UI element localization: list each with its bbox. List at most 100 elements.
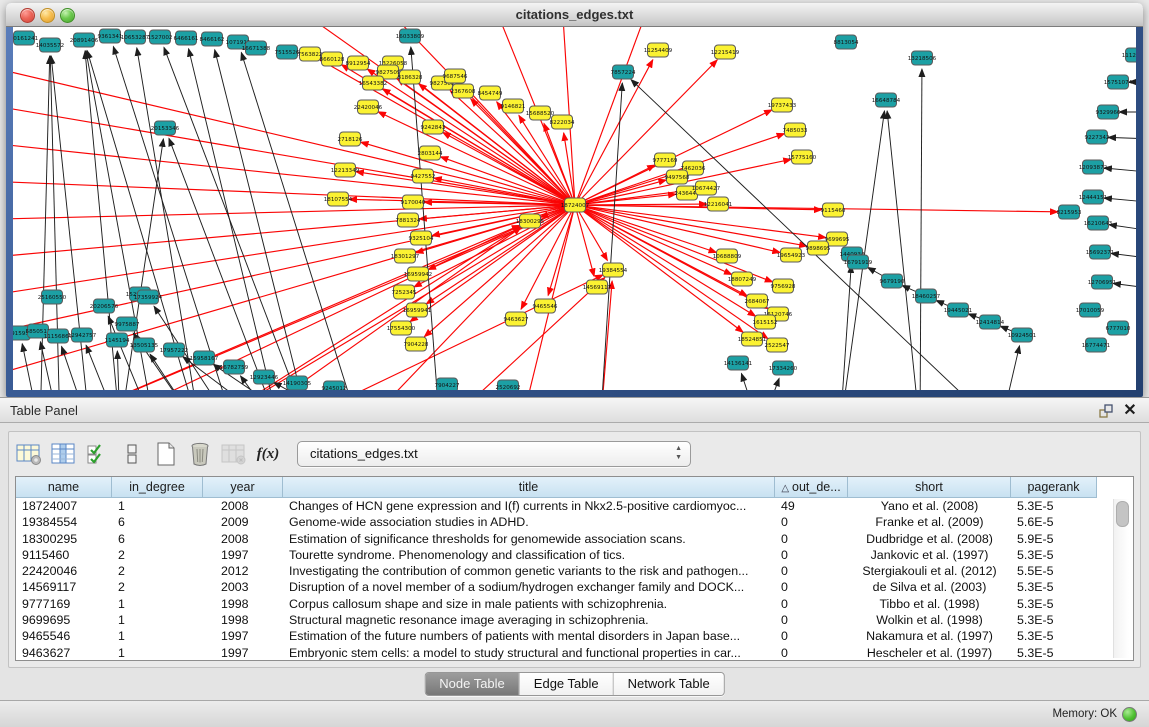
table-cell[interactable]: Jankovic et al. (1997) [848, 547, 1011, 563]
graph-node[interactable]: 16959941 [403, 303, 432, 317]
table-settings-icon[interactable] [15, 440, 45, 468]
graph-node[interactable]: 2522547 [765, 338, 790, 352]
table-cell[interactable]: 1 [112, 612, 203, 628]
graph-node[interactable]: 2718126 [338, 132, 363, 146]
table-cell[interactable]: Dudbridge et al. (2008) [848, 531, 1011, 547]
graph-node[interactable]: 16210643 [1084, 216, 1113, 230]
graph-edge[interactable] [200, 205, 575, 390]
graph-edge[interactable] [1111, 253, 1136, 262]
table-cell[interactable]: Franke et al. (2009) [848, 514, 1011, 530]
graph-node[interactable]: 9329966 [1096, 105, 1121, 119]
graph-node[interactable]: 9975887 [115, 317, 140, 331]
graph-edge[interactable] [164, 47, 310, 390]
graph-edge[interactable] [86, 345, 120, 390]
graph-node[interactable]: 11121504 [1122, 48, 1136, 62]
table-cell[interactable]: 0 [775, 579, 848, 595]
graph-node[interactable]: 10924501 [1008, 328, 1037, 342]
function-icon[interactable]: f(x) [253, 440, 283, 468]
graph-edge[interactable] [280, 275, 603, 390]
table-cell[interactable]: Estimation of significance thresholds fo… [283, 531, 775, 547]
table-cell[interactable]: 9699695 [16, 612, 112, 628]
table-row[interactable]: 911546021997Tourette syndrome. Phenomeno… [16, 547, 1133, 563]
table-cell[interactable]: Wolkin et al. (1998) [848, 612, 1011, 628]
graph-edge[interactable] [13, 205, 575, 340]
graph-node[interactable]: 19654923 [777, 248, 806, 262]
graph-node[interactable]: 15688520 [526, 106, 555, 120]
graph-node[interactable]: 1527002 [148, 30, 173, 44]
graph-edge[interactable] [575, 205, 717, 253]
table-cell[interactable]: 2 [112, 563, 203, 579]
graph-edge[interactable] [117, 351, 120, 390]
split-view-icon[interactable] [117, 440, 147, 468]
graph-node[interactable]: 2367608 [451, 84, 476, 98]
graph-edge[interactable] [575, 60, 653, 205]
graph-edge[interactable] [887, 111, 920, 390]
table-select-dropdown[interactable]: citations_edges.txt ▲▼ [297, 441, 691, 467]
graph-edge[interactable] [1108, 137, 1136, 140]
graph-node[interactable]: 13505135 [130, 338, 159, 352]
graph-node[interactable]: 6466161 [174, 31, 199, 45]
graph-node[interactable]: 12706951 [1088, 275, 1117, 289]
graph-node[interactable]: 2803144 [418, 146, 443, 160]
graph-node[interactable]: 8222034 [550, 115, 575, 129]
table-cell[interactable]: 2012 [203, 563, 283, 579]
table-cell[interactable]: 6 [112, 514, 203, 530]
graph-node[interactable]: 10688809 [713, 249, 742, 263]
table-cell[interactable]: 1 [112, 628, 203, 644]
tab-network-table[interactable]: Network Table [614, 673, 724, 695]
table-cell[interactable]: 2003 [203, 579, 283, 595]
graph-edge[interactable] [13, 205, 575, 385]
table-cell[interactable]: 2008 [203, 531, 283, 547]
table-row[interactable]: 1830029562008Estimation of significance … [16, 531, 1133, 547]
graph-node[interactable]: 16033809 [396, 29, 425, 43]
table-cell[interactable]: 0 [775, 612, 848, 628]
table-cell[interactable]: 1997 [203, 628, 283, 644]
graph-node[interactable]: 22420046 [354, 100, 383, 114]
graph-edge[interactable] [741, 373, 760, 390]
table-cell[interactable]: 0 [775, 563, 848, 579]
table-cell[interactable]: Genome-wide association studies in ADHD. [283, 514, 775, 530]
graph-node[interactable]: 17957222 [160, 343, 188, 357]
graph-node[interactable]: 9427552 [411, 169, 436, 183]
graph-node[interactable]: 7515526 [275, 45, 300, 59]
graph-node[interactable]: 25160550 [38, 290, 67, 304]
table-cell[interactable]: 14569117 [16, 579, 112, 595]
graph-edge[interactable] [426, 205, 575, 304]
graph-node[interactable]: 2684067 [745, 294, 770, 308]
table-row[interactable]: 946554611997Estimation of the future num… [16, 628, 1133, 644]
table-cell[interactable]: Stergiakouli et al. (2012) [848, 563, 1011, 579]
table-cell[interactable]: 19384554 [16, 514, 112, 530]
graph-node[interactable]: 9245012 [322, 381, 347, 390]
column-header-year[interactable]: year [203, 477, 283, 498]
graph-edge[interactable] [1000, 346, 1020, 390]
table-cell[interactable]: 5.5E-5 [1011, 563, 1097, 579]
graph-edge[interactable] [920, 69, 922, 390]
table-cell[interactable]: 0 [775, 514, 848, 530]
graph-node[interactable]: 9146821 [501, 99, 526, 113]
table-cell[interactable]: 1 [112, 498, 203, 514]
graph-node[interactable]: 1145194 [105, 333, 130, 347]
graph-node[interactable]: 7252345 [392, 285, 417, 299]
graph-node[interactable]: 7904228 [404, 337, 429, 351]
graph-node[interactable]: 9898695 [806, 241, 831, 255]
graph-node[interactable]: 9463627 [504, 312, 529, 326]
graph-edge[interactable] [90, 226, 520, 390]
graph-node[interactable]: 16959942 [404, 267, 432, 281]
graph-node[interactable]: 9227342 [1085, 130, 1110, 144]
table-row[interactable]: 946362711997Embryonic stem cells: a mode… [16, 645, 1133, 661]
graph-node[interactable]: 9497568 [665, 170, 690, 184]
table-cell[interactable]: Tourette syndrome. Phenomenology and cla… [283, 547, 775, 563]
graph-node[interactable]: 18300295 [516, 214, 545, 228]
graph-edge[interactable] [1113, 283, 1136, 292]
tab-edge-table[interactable]: Edge Table [520, 673, 614, 695]
table-row[interactable]: 1938455462009Genome-wide association stu… [16, 514, 1133, 530]
graph-node[interactable]: 7904227 [435, 378, 460, 390]
table-cell[interactable]: Estimation of the future numbers of pati… [283, 628, 775, 644]
graph-edge[interactable] [575, 205, 807, 246]
table-cell[interactable]: 9465546 [16, 628, 112, 644]
table-cell[interactable]: Nakamura et al. (1997) [848, 628, 1011, 644]
graph-node[interactable]: 9756928 [771, 279, 796, 293]
graph-node[interactable]: 20891406 [70, 33, 99, 47]
graph-node[interactable]: 16782759 [220, 360, 249, 374]
graph-node[interactable]: 14136141 [724, 356, 753, 370]
